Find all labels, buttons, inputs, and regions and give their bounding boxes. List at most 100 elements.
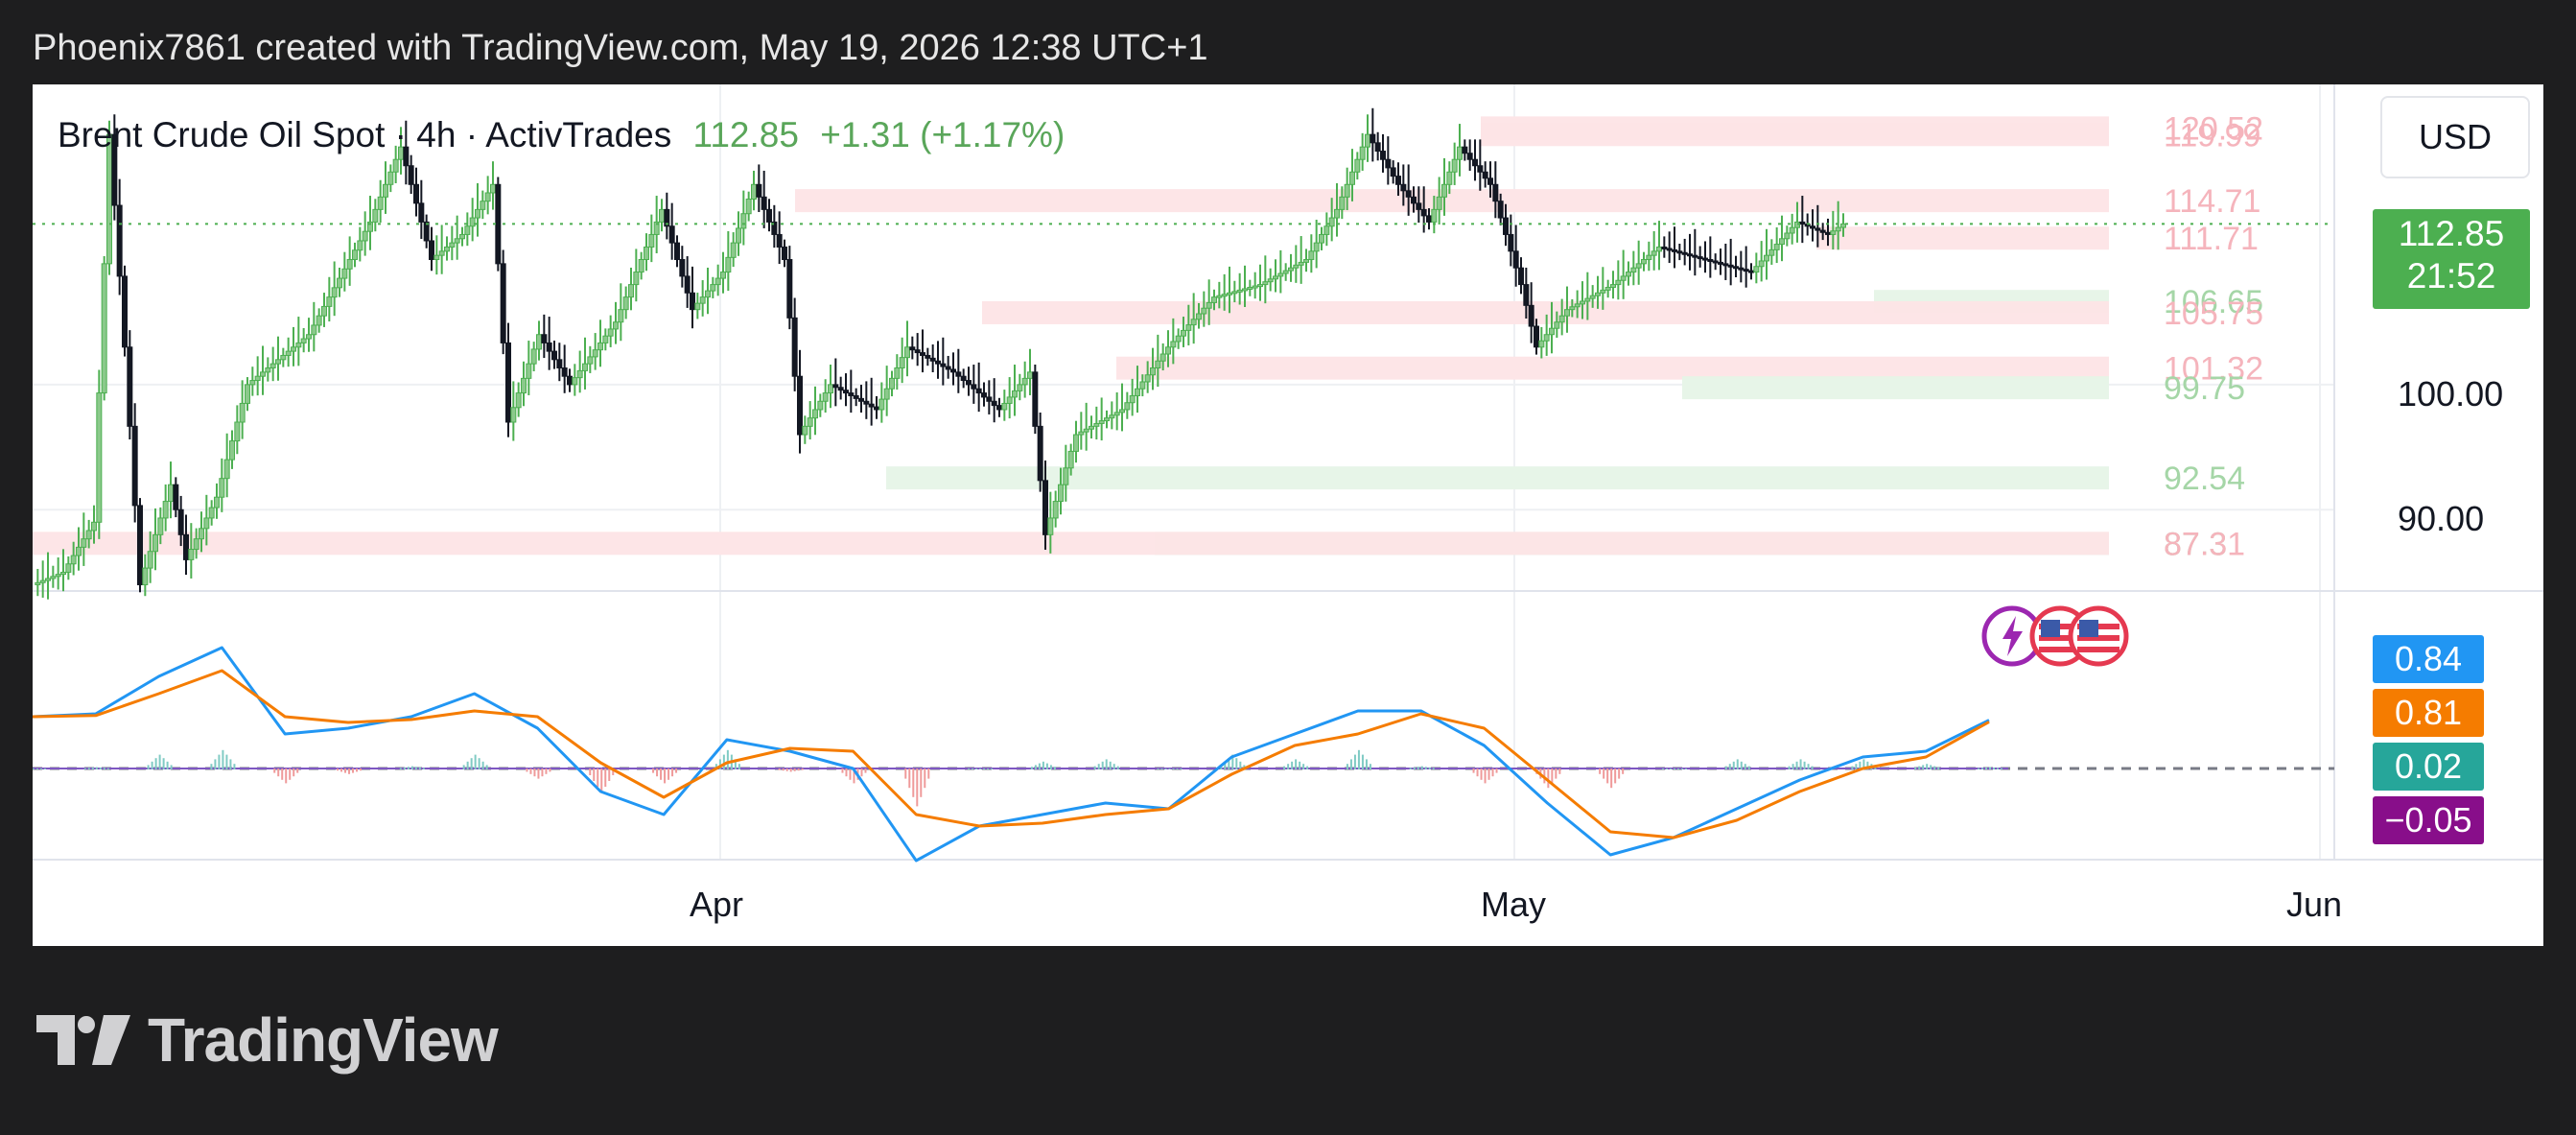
candle-body bbox=[960, 375, 967, 382]
candle-body bbox=[346, 259, 353, 270]
macd-histogram-bar bbox=[1914, 767, 1917, 769]
chart-legend[interactable]: Brent Crude Oil Spot · 4h · ActivTrades … bbox=[58, 111, 1065, 159]
candle-body bbox=[644, 246, 649, 261]
candle-body bbox=[377, 196, 384, 210]
macd-histogram-bar bbox=[151, 761, 153, 769]
candle-body bbox=[208, 507, 215, 519]
candle-body bbox=[602, 335, 609, 343]
candle-body bbox=[249, 380, 256, 386]
candle-body bbox=[659, 208, 665, 223]
candle-body bbox=[904, 346, 910, 359]
candle-body bbox=[137, 505, 143, 585]
candle-body bbox=[1656, 246, 1662, 252]
macd-histogram-bar bbox=[462, 765, 465, 769]
candle-body bbox=[1610, 284, 1616, 288]
candle-body bbox=[1518, 267, 1524, 286]
candle-body bbox=[60, 571, 66, 576]
macd-histogram-bar bbox=[352, 768, 355, 773]
currency-button[interactable]: USD bbox=[2380, 96, 2530, 178]
candle-body bbox=[1697, 256, 1703, 260]
macd-histogram-bar bbox=[782, 768, 785, 771]
candle-body bbox=[766, 208, 772, 223]
macd-histogram-bar bbox=[1922, 765, 1925, 769]
candle-body bbox=[229, 440, 235, 461]
candle-body bbox=[1773, 244, 1780, 250]
candle-body bbox=[1067, 450, 1074, 469]
candle-body bbox=[975, 388, 982, 394]
candle-body bbox=[725, 256, 732, 273]
candle-body bbox=[1293, 264, 1300, 269]
candle-body bbox=[1558, 315, 1565, 323]
macd-histogram-bar bbox=[277, 768, 280, 777]
macd-histogram-bar bbox=[801, 768, 804, 770]
candle-body bbox=[1580, 300, 1585, 305]
candle-body bbox=[1298, 261, 1304, 266]
macd-histogram-bar bbox=[1432, 768, 1435, 769]
candle-body bbox=[736, 227, 741, 244]
candle-body bbox=[1825, 231, 1831, 235]
macd-histogram-bar bbox=[1791, 764, 1794, 769]
candle-body bbox=[152, 533, 158, 553]
candle-body bbox=[1534, 325, 1539, 348]
macd-histogram-bar bbox=[1101, 761, 1104, 769]
tradingview-logo[interactable]: TradingView bbox=[36, 1005, 499, 1075]
attribution-text: Phoenix7861 created with TradingView.com… bbox=[33, 28, 1208, 68]
macd-histogram-bar bbox=[36, 768, 38, 769]
candle-body bbox=[1021, 377, 1028, 386]
level-zone bbox=[886, 466, 2109, 490]
level-label: 114.71 bbox=[2164, 183, 2260, 220]
macd-histogram-bar bbox=[738, 764, 740, 769]
chart-panel[interactable]: 120.52 119.99 114.71 111.71 106.65 105.75 101.… bbox=[33, 84, 2543, 946]
candle-body bbox=[822, 392, 829, 402]
candle-body bbox=[1564, 309, 1570, 317]
macd-histogram-bar bbox=[1484, 768, 1487, 784]
candle-body bbox=[341, 268, 348, 279]
economic-events[interactable] bbox=[1981, 603, 2135, 670]
macd-histogram-bar bbox=[1547, 768, 1550, 789]
candle-body bbox=[1411, 196, 1417, 204]
macd-histogram-bar bbox=[1669, 768, 1672, 769]
candle-body bbox=[1646, 254, 1652, 261]
macd-histogram-bar bbox=[979, 768, 982, 769]
symbol-title[interactable]: Brent Crude Oil Spot · 4h · ActivTrades bbox=[58, 115, 671, 154]
macd-histogram-bar bbox=[1676, 768, 1679, 769]
candle-body bbox=[981, 392, 987, 398]
candle-body bbox=[1462, 146, 1468, 154]
macd-histogram-bar bbox=[1993, 767, 1995, 769]
candle-body bbox=[392, 158, 399, 173]
level-zone bbox=[1116, 356, 2109, 380]
candle-body bbox=[761, 196, 767, 210]
macd-histogram-bar bbox=[1811, 766, 1814, 769]
candle-body bbox=[1252, 285, 1258, 289]
us-flag-event-icon[interactable] bbox=[2068, 605, 2129, 667]
candle-body bbox=[1835, 226, 1841, 232]
macd-histogram-bar bbox=[1680, 768, 1683, 769]
macd-histogram-bar bbox=[348, 768, 351, 774]
macd-line bbox=[33, 646, 1990, 863]
macd-histogram-bar bbox=[526, 768, 528, 772]
candle-body bbox=[173, 484, 179, 510]
candle-body bbox=[1339, 196, 1346, 210]
candle-body bbox=[828, 384, 833, 394]
candle-body bbox=[567, 375, 573, 386]
candle-body bbox=[705, 290, 711, 298]
candle-body bbox=[1323, 225, 1330, 235]
macd-histogram-bar bbox=[972, 768, 974, 769]
candle-body bbox=[300, 338, 307, 343]
macd-histogram-bar bbox=[1788, 766, 1791, 769]
macd-histogram-bar bbox=[1673, 768, 1675, 769]
candle-body bbox=[986, 396, 993, 402]
candle-body bbox=[1303, 259, 1309, 263]
candle-body bbox=[1789, 226, 1795, 234]
chart-canvas[interactable]: 120.52119.99114.71111.71106.65105.75101.… bbox=[33, 84, 2543, 946]
candle-body bbox=[459, 233, 465, 240]
x-tick-jun: Jun bbox=[2286, 885, 2343, 924]
candle-body bbox=[1405, 190, 1412, 198]
candle-body bbox=[1042, 480, 1048, 535]
candle-body bbox=[920, 352, 925, 356]
macd-histogram-bar bbox=[726, 749, 729, 769]
macd-histogram-bar bbox=[1349, 759, 1352, 769]
candle-body bbox=[1155, 360, 1161, 369]
macd-histogram-bar bbox=[904, 768, 907, 779]
level-zone bbox=[1481, 123, 2109, 147]
